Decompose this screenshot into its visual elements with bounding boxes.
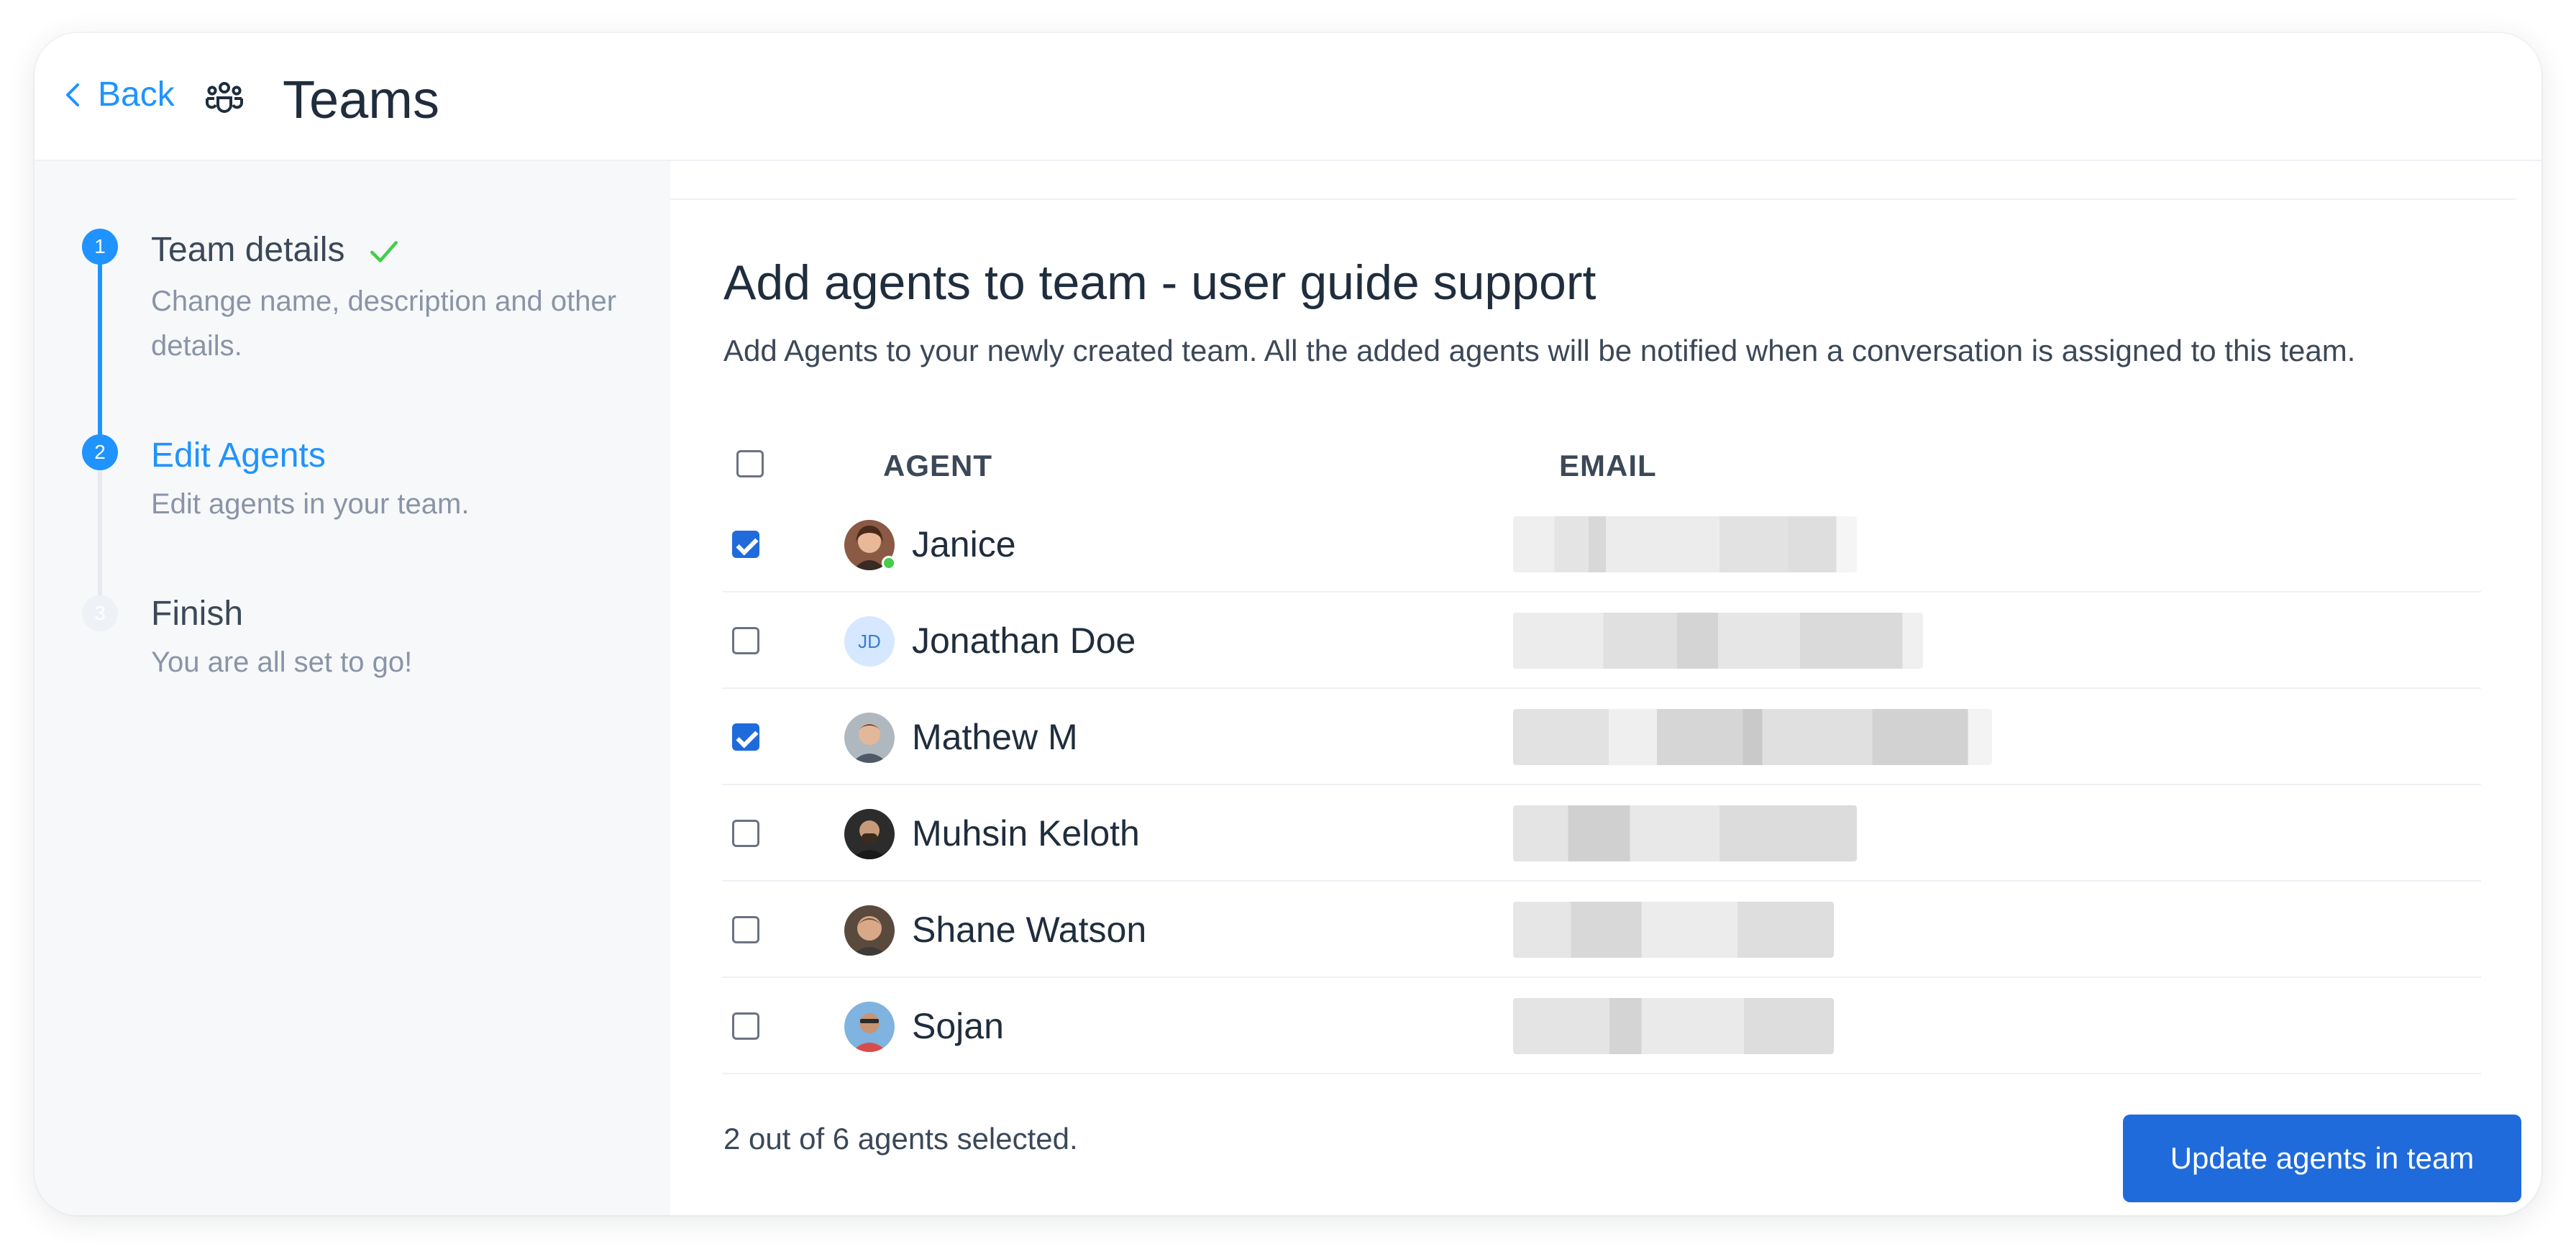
table-row[interactable]: JD Jonathan Doe: [722, 593, 2481, 689]
email-redacted: [1513, 516, 1857, 572]
email-redacted: [1513, 998, 1834, 1054]
agent-checkbox[interactable]: [732, 820, 759, 847]
agent-checkbox[interactable]: [732, 723, 759, 751]
agent-name: Janice: [912, 524, 1016, 564]
selection-summary: 2 out of 6 agents selected.: [723, 1122, 1078, 1156]
agent-column-header: AGENT: [883, 449, 992, 482]
people-team-icon: [206, 82, 243, 113]
table-row[interactable]: Janice: [722, 496, 2481, 593]
step-1-label: Team details: [151, 231, 345, 269]
table-row[interactable]: Shane Watson: [722, 882, 2481, 978]
section-heading: Add agents to team - user guide support: [723, 255, 1597, 310]
page-header: Back Teams: [35, 33, 2541, 161]
agent-checkbox[interactable]: [732, 627, 759, 654]
back-label: Back: [98, 76, 175, 114]
avatar: [844, 1002, 895, 1052]
agent-checkbox[interactable]: [732, 1012, 759, 1040]
agent-name: Shane Watson: [912, 910, 1147, 950]
step-3-dot: 3: [82, 595, 118, 631]
step-2-dot: 2: [82, 434, 118, 470]
page-title: Teams: [283, 70, 439, 129]
step-1-dot: 1: [82, 229, 118, 265]
table-row[interactable]: Mathew M: [722, 689, 2481, 785]
step-3-title[interactable]: Finish: [151, 594, 243, 633]
checkmark-icon: [370, 241, 398, 263]
teams-settings-card: Back Teams 1 Team details Change name, d…: [35, 33, 2541, 1215]
agent-name: Mathew M: [912, 717, 1078, 757]
agent-name: Muhsin Keloth: [912, 813, 1140, 854]
email-redacted: [1513, 613, 1923, 669]
back-button[interactable]: Back: [56, 75, 175, 114]
main-content: Add agents to team - user guide support …: [670, 198, 2521, 1215]
select-all-checkbox[interactable]: [736, 450, 764, 477]
email-redacted: [1513, 709, 1992, 765]
online-status-dot: [882, 556, 896, 570]
avatar-initials: JD: [858, 630, 881, 652]
update-agents-button[interactable]: Update agents in team: [2123, 1115, 2521, 1202]
step-2-title[interactable]: Edit Agents: [151, 436, 326, 475]
email-redacted: [1513, 902, 1834, 958]
avatar: [844, 713, 895, 763]
agent-checkbox[interactable]: [732, 916, 759, 943]
step-1-description: Change name, description and other detai…: [151, 285, 617, 362]
agent-name: Jonathan Doe: [912, 621, 1136, 661]
wizard-sidebar: 1 Team details Change name, description …: [35, 161, 670, 1215]
agent-checkbox[interactable]: [732, 531, 759, 558]
table-row[interactable]: Sojan: [722, 978, 2481, 1074]
step-3-description: You are all set to go!: [151, 646, 413, 678]
avatar: JD: [844, 616, 895, 667]
table-row[interactable]: Muhsin Keloth: [722, 785, 2481, 882]
email-redacted: [1513, 805, 1857, 861]
chevron-left-icon: [66, 83, 79, 106]
step-2-description: Edit agents in your team.: [151, 488, 470, 520]
step-1-title[interactable]: Team details: [151, 230, 402, 270]
agent-name: Sojan: [912, 1006, 1004, 1046]
avatar: [844, 809, 895, 859]
avatar: [844, 905, 895, 956]
section-subheading: Add Agents to your newly created team. A…: [723, 334, 2356, 367]
email-column-header: EMAIL: [1559, 449, 1657, 482]
